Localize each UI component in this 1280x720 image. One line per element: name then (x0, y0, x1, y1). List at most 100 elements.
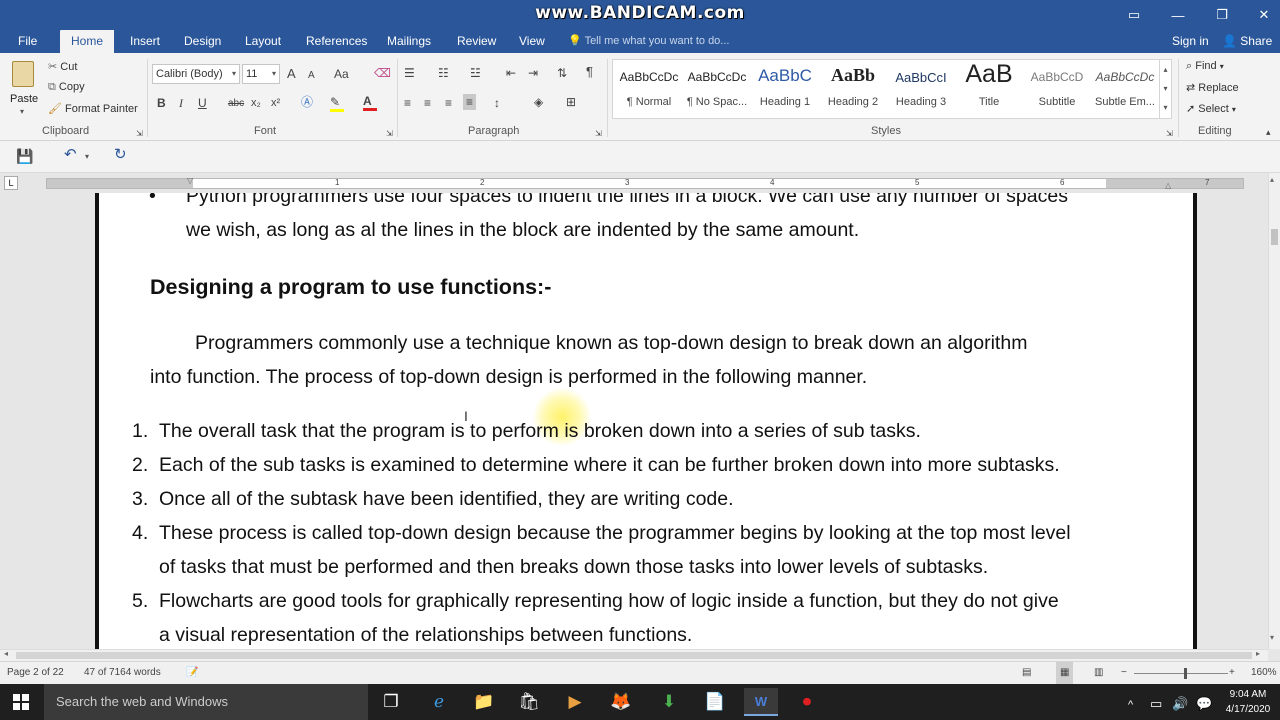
justify-icon[interactable]: ≡ (463, 94, 477, 110)
highlight-icon[interactable]: ✎ (330, 95, 344, 112)
style-heading-3[interactable]: AaBbCcI Heading 3 (887, 60, 955, 118)
right-indent-marker-icon[interactable]: △ (1165, 181, 1171, 190)
document-page[interactable]: • Python programmers use four spaces to … (95, 193, 1197, 649)
style-heading-2[interactable]: AaBb Heading 2 (819, 60, 887, 118)
text-effects-icon[interactable]: Ⓐ (301, 95, 313, 109)
grow-font-icon[interactable]: A (287, 67, 296, 81)
print-layout-icon[interactable]: ▦ (1056, 662, 1074, 684)
system-clock[interactable]: 9:04 AM 4/17/2020 (1216, 687, 1280, 717)
media-app-icon[interactable]: ▶ (558, 688, 592, 716)
torrent-app-icon[interactable]: ⬇ (652, 688, 686, 716)
tab-insert[interactable]: Insert (122, 30, 168, 53)
zoom-out-icon[interactable]: − (1121, 662, 1127, 684)
windows-start-icon[interactable] (13, 694, 29, 710)
subscript-button[interactable]: x₂ (251, 96, 261, 110)
minimize-button[interactable]: — (1156, 0, 1200, 30)
style-subtle-emphasis[interactable]: AaBbCcDc Subtle Em... (1091, 60, 1159, 118)
zoom-slider[interactable] (1134, 668, 1228, 679)
restore-button[interactable]: ❐ (1200, 0, 1244, 30)
style-subtitle[interactable]: AaBbCcD Subtitle (1023, 60, 1091, 118)
sign-in-link[interactable]: Sign in (1172, 30, 1209, 53)
dialog-launcher-icon[interactable]: ⇲ (595, 127, 602, 141)
strikethrough-button[interactable]: abc (228, 97, 244, 111)
close-button[interactable]: ✕ (1242, 0, 1280, 30)
chevron-down-icon[interactable]: ▾ (85, 150, 89, 164)
undo-icon[interactable]: ↶ (64, 147, 77, 162)
horizontal-scrollbar[interactable]: ◂ ▸ (0, 649, 1268, 661)
zoom-level[interactable]: 160% (1251, 662, 1277, 684)
word-count[interactable]: 47 of 7164 words (84, 662, 161, 684)
style-title[interactable]: AaB Title (955, 60, 1023, 118)
scroll-up-icon[interactable]: ▴ (1270, 175, 1274, 184)
collapse-ribbon-icon[interactable]: ▴ (1266, 125, 1271, 139)
paste-button[interactable]: Paste ▾ (6, 59, 42, 119)
word-app-icon[interactable]: W (744, 688, 778, 716)
dialog-launcher-icon[interactable]: ⇲ (1166, 127, 1173, 141)
dialog-launcher-icon[interactable]: ⇲ (136, 127, 143, 141)
shrink-font-icon[interactable]: A (308, 69, 315, 83)
scroll-down-icon[interactable]: ▾ (1270, 633, 1274, 642)
font-color-button[interactable]: A (363, 94, 377, 111)
style-heading-1[interactable]: AaBbC Heading 1 (751, 60, 819, 118)
file-explorer-icon[interactable]: 📁 (467, 688, 501, 716)
font-name-combo[interactable]: Calibri (Body) ▾ (152, 64, 240, 84)
decrease-indent-icon[interactable]: ⇤ (506, 66, 516, 80)
save-icon[interactable]: 💾 (16, 149, 33, 163)
multilevel-list-icon[interactable]: ☳ (470, 66, 481, 80)
format-painter-button[interactable]: 🖌 Format Painter (48, 102, 138, 115)
repeat-icon[interactable]: ↻ (114, 147, 127, 162)
select-button[interactable]: ➚ Select ▾ (1186, 102, 1236, 115)
network-icon[interactable]: ▭ (1150, 693, 1162, 715)
scroll-right-icon[interactable]: ▸ (1256, 649, 1260, 658)
scroll-thumb[interactable] (1271, 229, 1278, 245)
chevron-up-icon[interactable]: ^ (1128, 694, 1133, 716)
copy-button[interactable]: ⧉ Copy (48, 81, 85, 94)
tab-design[interactable]: Design (176, 30, 229, 53)
tab-file[interactable]: File (10, 30, 45, 53)
show-formatting-icon[interactable]: ¶ (586, 65, 593, 79)
ribbon-display-options-icon[interactable]: ▭ (1112, 0, 1156, 30)
increase-indent-icon[interactable]: ⇥ (528, 66, 538, 80)
borders-icon[interactable]: ⊞ (566, 95, 576, 109)
scroll-left-icon[interactable]: ◂ (4, 649, 8, 658)
web-layout-icon[interactable]: ▥ (1094, 662, 1103, 684)
tab-review[interactable]: Review (449, 30, 504, 53)
sort-icon[interactable]: ⇅ (557, 66, 567, 80)
change-case-icon[interactable]: Aa (334, 67, 349, 81)
numbering-icon[interactable]: ☷ (438, 66, 449, 80)
font-size-combo[interactable]: 11 ▾ (242, 64, 280, 84)
dialog-launcher-icon[interactable]: ⇲ (386, 127, 393, 141)
tab-view[interactable]: View (511, 30, 553, 53)
task-view-icon[interactable]: ❐ (374, 688, 408, 716)
notification-icon[interactable]: 💬 (1196, 693, 1212, 715)
superscript-button[interactable]: x² (271, 96, 280, 110)
tab-home[interactable]: Home (60, 30, 114, 53)
record-icon[interactable]: ⏺ (790, 688, 824, 716)
bold-button[interactable]: B (157, 96, 166, 110)
align-center-icon[interactable]: ≡ (424, 96, 431, 110)
shading-icon[interactable]: ◈ (534, 95, 543, 109)
store-icon[interactable]: 🛍 (512, 688, 546, 716)
vertical-scrollbar[interactable]: ▴ ▾ (1268, 173, 1280, 649)
cut-button[interactable]: ✂ Cut (48, 60, 77, 73)
indent-marker-icon[interactable]: ▽ (187, 176, 193, 185)
notepad-app-icon[interactable]: 📄 (698, 688, 732, 716)
replace-button[interactable]: ⇄ Replace (1186, 81, 1239, 94)
clear-formatting-icon[interactable]: ⌫ (374, 66, 391, 80)
align-left-icon[interactable]: ≡ (404, 96, 411, 110)
document-area[interactable]: • Python programmers use four spaces to … (0, 193, 1268, 649)
edge-browser-icon[interactable]: ℯ (422, 688, 456, 716)
scroll-thumb[interactable] (16, 652, 1252, 659)
proofing-icon[interactable]: 📝 (186, 662, 198, 684)
taskbar-search[interactable]: Search the web and Windows (44, 684, 368, 720)
share-button[interactable]: 👤 Share (1222, 30, 1272, 53)
tell-me-box[interactable]: 💡 Tell me what you want to do... (568, 30, 729, 53)
zoom-in-icon[interactable]: + (1229, 662, 1235, 684)
align-right-icon[interactable]: ≡ (445, 96, 452, 110)
volume-icon[interactable]: 🔊 (1172, 693, 1188, 715)
tab-references[interactable]: References (298, 30, 375, 53)
page-count[interactable]: Page 2 of 22 (7, 662, 64, 684)
gallery-scroll[interactable]: ▴ ▾ ▾ (1159, 60, 1171, 118)
bullets-icon[interactable]: ☰ (404, 66, 415, 80)
line-spacing-icon[interactable]: ↕ (494, 96, 500, 110)
